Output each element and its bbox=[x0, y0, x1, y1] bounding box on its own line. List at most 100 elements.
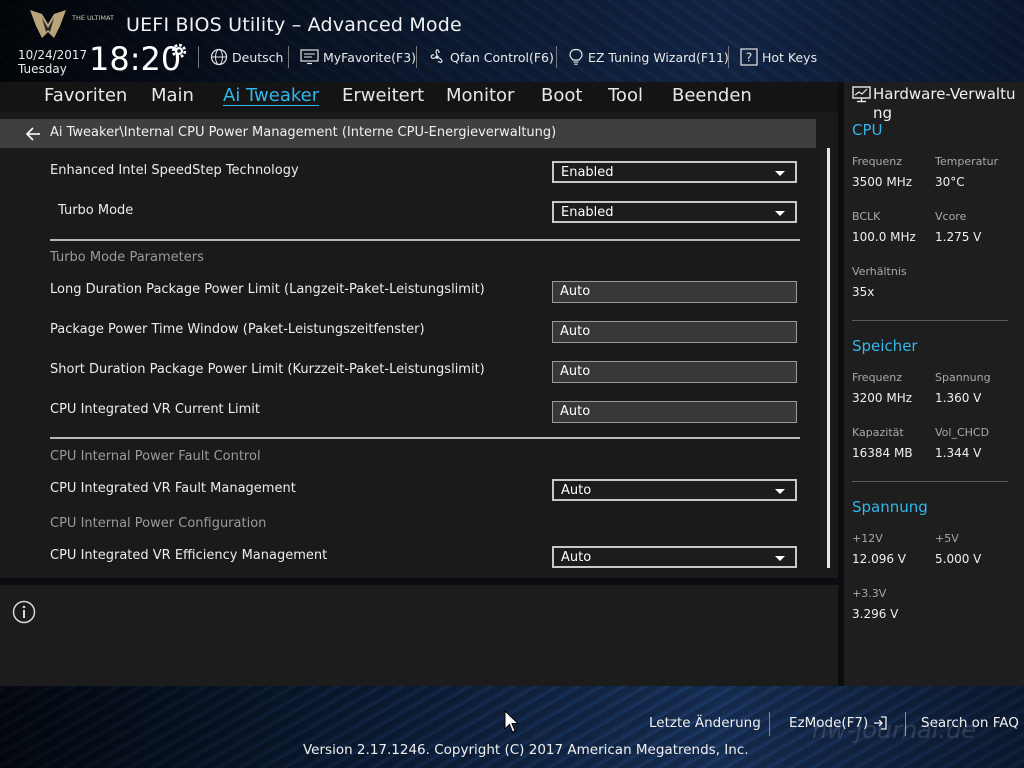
vr-current-label: CPU Integrated VR Current Limit bbox=[50, 402, 261, 417]
toolbar-divider bbox=[728, 46, 729, 68]
last-change-button[interactable]: Letzte Änderung bbox=[649, 715, 761, 731]
vr-fault-dropdown[interactable]: Auto bbox=[552, 479, 797, 501]
ez-tuning-label: EZ Tuning Wizard(F11) bbox=[588, 49, 729, 65]
short-duration-input[interactable]: Auto bbox=[552, 361, 797, 383]
cpu-section-header: CPU bbox=[852, 121, 883, 139]
mouse-cursor-icon bbox=[504, 710, 520, 733]
chevron-down-icon bbox=[775, 489, 785, 494]
menu-main[interactable]: Main bbox=[151, 85, 194, 106]
date-display: 10/24/2017 bbox=[18, 48, 88, 62]
v33-label: +3.3V bbox=[852, 587, 887, 600]
chevron-down-icon bbox=[775, 211, 785, 216]
toolbar-divider bbox=[556, 46, 557, 68]
watermark: hw-journal.de bbox=[812, 716, 977, 744]
chevron-down-icon bbox=[775, 556, 785, 561]
ratio-value: 35x bbox=[852, 285, 875, 299]
memory-section-header: Speicher bbox=[852, 337, 918, 355]
mem-cap-label: Kapazität bbox=[852, 426, 904, 439]
tuf-logo: THE ULTIMATE FORCE bbox=[30, 10, 114, 38]
cpu-temp-label: Temperatur bbox=[935, 155, 999, 168]
menu-erweitert[interactable]: Erweitert bbox=[342, 85, 424, 106]
menu-boot[interactable]: Boot bbox=[541, 85, 582, 106]
power-config-header: CPU Internal Power Configuration bbox=[50, 516, 267, 531]
monitor-star-icon bbox=[300, 49, 319, 65]
chevron-down-icon bbox=[775, 171, 785, 176]
section-divider bbox=[50, 437, 800, 439]
time-window-label: Package Power Time Window (Paket-Leistun… bbox=[50, 322, 425, 337]
menu-ai-tweaker[interactable]: Ai Tweaker bbox=[223, 85, 319, 106]
v5-label: +5V bbox=[935, 532, 959, 545]
turbo-mode-dropdown[interactable]: Enabled bbox=[552, 201, 797, 223]
vol-chcd-label: Vol_CHCD bbox=[935, 426, 990, 439]
logo-lettering: THE ULTIMATE FORCE bbox=[71, 14, 114, 22]
mem-freq-value: 3200 MHz bbox=[852, 391, 913, 405]
v12-label: +12V bbox=[852, 532, 883, 545]
help-icon: ? bbox=[740, 48, 758, 66]
long-duration-label: Long Duration Package Power Limit (Langz… bbox=[50, 282, 485, 297]
short-duration-label: Short Duration Package Power Limit (Kurz… bbox=[50, 362, 485, 377]
vr-efficiency-value: Auto bbox=[561, 550, 592, 565]
cpu-freq-label: Frequenz bbox=[852, 155, 903, 168]
speedstep-value: Enabled bbox=[561, 165, 614, 180]
toolbar-divider bbox=[416, 46, 417, 68]
vr-efficiency-dropdown[interactable]: Auto bbox=[552, 546, 797, 568]
vol-chcd-value: 1.344 V bbox=[935, 446, 982, 460]
v12-value: 12.096 V bbox=[852, 552, 907, 566]
monitor-icon bbox=[852, 86, 871, 103]
long-duration-input[interactable]: Auto bbox=[552, 281, 797, 303]
fan-icon bbox=[430, 49, 443, 64]
vr-fault-value: Auto bbox=[561, 483, 592, 498]
lightbulb-icon bbox=[569, 48, 583, 65]
voltage-section-header: Spannung bbox=[852, 498, 928, 516]
cpu-temp-value: 30°C bbox=[935, 175, 965, 189]
turbo-params-header: Turbo Mode Parameters bbox=[50, 250, 204, 265]
section-divider bbox=[50, 239, 800, 241]
vr-fault-label: CPU Integrated VR Fault Management bbox=[50, 481, 296, 496]
gear-icon[interactable] bbox=[170, 42, 188, 60]
cpu-freq-value: 3500 MHz bbox=[852, 175, 913, 189]
speedstep-label: Enhanced Intel SpeedStep Technology bbox=[50, 163, 299, 178]
mem-volt-value: 1.360 V bbox=[935, 391, 982, 405]
hw-divider bbox=[852, 320, 1008, 321]
menu-monitor[interactable]: Monitor bbox=[446, 85, 514, 106]
svg-text:?: ? bbox=[746, 51, 752, 65]
hotkeys-label: Hot Keys bbox=[762, 49, 818, 65]
back-arrow-icon[interactable] bbox=[24, 125, 42, 143]
clock-time: 18:20 bbox=[89, 40, 182, 78]
ratio-label: Verhältnis bbox=[852, 265, 907, 278]
hardware-monitor-title: Hardware-Verwaltung bbox=[873, 85, 1016, 122]
hotkeys-button[interactable]: ? Hot Keys bbox=[740, 48, 817, 66]
turbo-mode-value: Enabled bbox=[561, 205, 614, 220]
vcore-label: Vcore bbox=[935, 210, 967, 223]
qfan-button[interactable]: Qfan Control(F6) bbox=[428, 48, 554, 66]
bclk-label: BCLK bbox=[852, 210, 881, 223]
help-info-area bbox=[0, 585, 838, 686]
footer-divider bbox=[769, 712, 770, 736]
vr-current-input[interactable]: Auto bbox=[552, 401, 797, 423]
vr-efficiency-label: CPU Integrated VR Efficiency Management bbox=[50, 548, 328, 563]
copyright-text: Version 2.17.1246. Copyright (C) 2017 Am… bbox=[303, 742, 749, 758]
vcore-value: 1.275 V bbox=[935, 230, 982, 244]
qfan-label: Qfan Control(F6) bbox=[450, 49, 554, 65]
menu-tool[interactable]: Tool bbox=[608, 85, 643, 106]
ez-tuning-button[interactable]: EZ Tuning Wizard(F11) bbox=[568, 48, 729, 66]
menu-favoriten[interactable]: Favoriten bbox=[44, 85, 127, 106]
speedstep-dropdown[interactable]: Enabled bbox=[552, 161, 797, 183]
language-label: Deutsch bbox=[232, 49, 284, 65]
fault-control-header: CPU Internal Power Fault Control bbox=[50, 449, 261, 464]
time-window-input[interactable]: Auto bbox=[552, 321, 797, 343]
mem-volt-label: Spannung bbox=[935, 371, 991, 384]
app-title: UEFI BIOS Utility – Advanced Mode bbox=[126, 14, 462, 36]
bclk-value: 100.0 MHz bbox=[852, 230, 916, 244]
menu-beenden[interactable]: Beenden bbox=[672, 85, 752, 106]
turbo-mode-label: Turbo Mode bbox=[58, 203, 134, 218]
day-display: Tuesday bbox=[18, 62, 67, 76]
toolbar-divider bbox=[288, 46, 289, 68]
mem-freq-label: Frequenz bbox=[852, 371, 903, 384]
v5-value: 5.000 V bbox=[935, 552, 982, 566]
myfavorite-label: MyFavorite(F3) bbox=[323, 49, 417, 65]
info-icon bbox=[12, 600, 36, 624]
myfavorite-button[interactable]: MyFavorite(F3) bbox=[300, 48, 416, 66]
language-button[interactable]: Deutsch bbox=[210, 48, 283, 66]
settings-scrollbar[interactable] bbox=[827, 148, 830, 568]
